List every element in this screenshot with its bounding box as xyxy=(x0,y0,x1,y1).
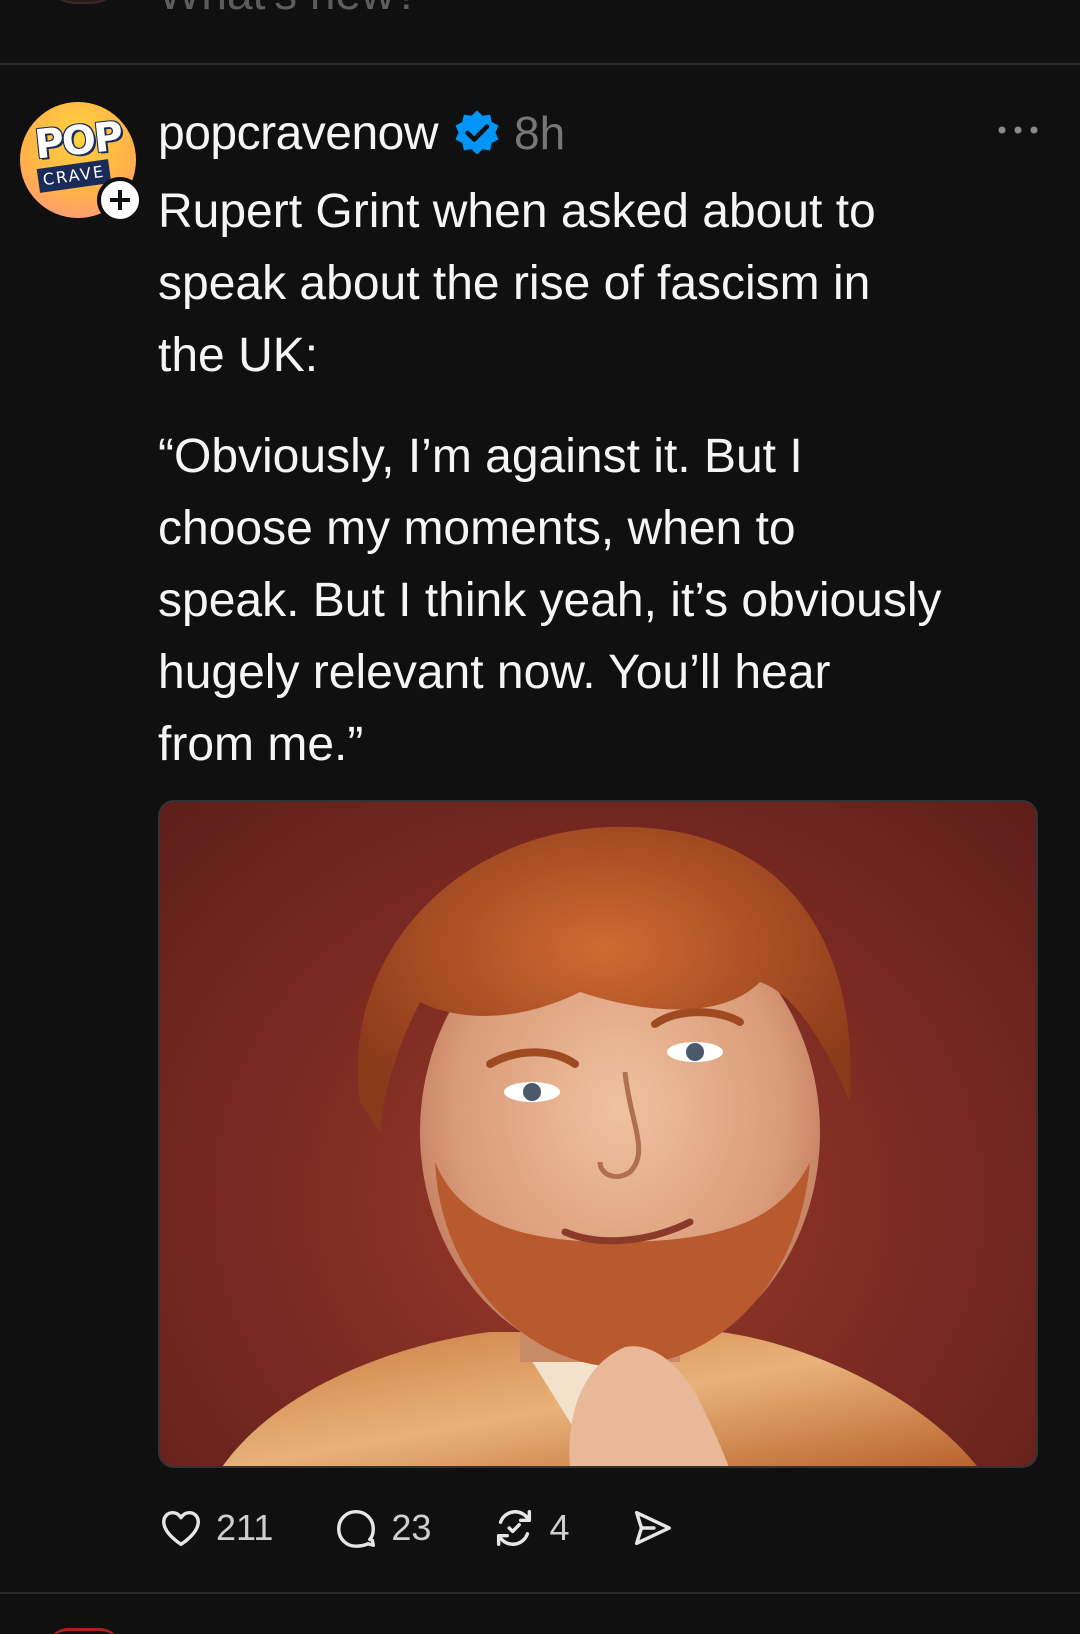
like-count: 211 xyxy=(216,1507,274,1548)
reply-count: 23 xyxy=(391,1507,432,1548)
share-button[interactable] xyxy=(629,1505,675,1551)
post-actions: 211 23 4 xyxy=(158,1503,735,1553)
send-icon xyxy=(635,1510,672,1546)
composer[interactable]: What's new? xyxy=(0,0,1080,65)
threads-feed: What's new? POP CRAVE popcravenow 8h Rup… xyxy=(0,0,1080,1634)
portrait-illustration xyxy=(222,826,977,1466)
verified-badge-icon xyxy=(455,110,499,155)
post-image[interactable] xyxy=(158,800,1038,1468)
more-options-icon[interactable] xyxy=(996,120,1040,140)
next-post-avatar[interactable] xyxy=(48,1628,120,1634)
post[interactable]: POP CRAVE popcravenow 8h Rupert Grint wh… xyxy=(0,65,1080,1591)
composer-avatar xyxy=(40,0,126,4)
timestamp: 8h xyxy=(514,107,566,159)
repost-icon xyxy=(497,1509,532,1547)
like-button[interactable]: 211 xyxy=(158,1505,273,1551)
composer-placeholder[interactable]: What's new? xyxy=(158,0,420,16)
heart-icon xyxy=(162,1510,200,1547)
reply-button[interactable]: 23 xyxy=(333,1505,431,1551)
comment-icon xyxy=(337,1509,376,1548)
follow-plus-button[interactable] xyxy=(97,177,143,223)
post-divider xyxy=(0,1592,1080,1594)
avatar-logo-top: POP xyxy=(32,113,124,169)
repost-count: 4 xyxy=(549,1507,570,1548)
post-text-quote: “Obviously, I’m against it. But I choose… xyxy=(158,430,942,771)
post-text-intro: Rupert Grint when asked about to speak a… xyxy=(158,185,876,382)
repost-button[interactable]: 4 xyxy=(491,1505,569,1551)
post-header: popcravenow 8h xyxy=(158,103,565,163)
username[interactable]: popcravenow xyxy=(158,106,439,161)
